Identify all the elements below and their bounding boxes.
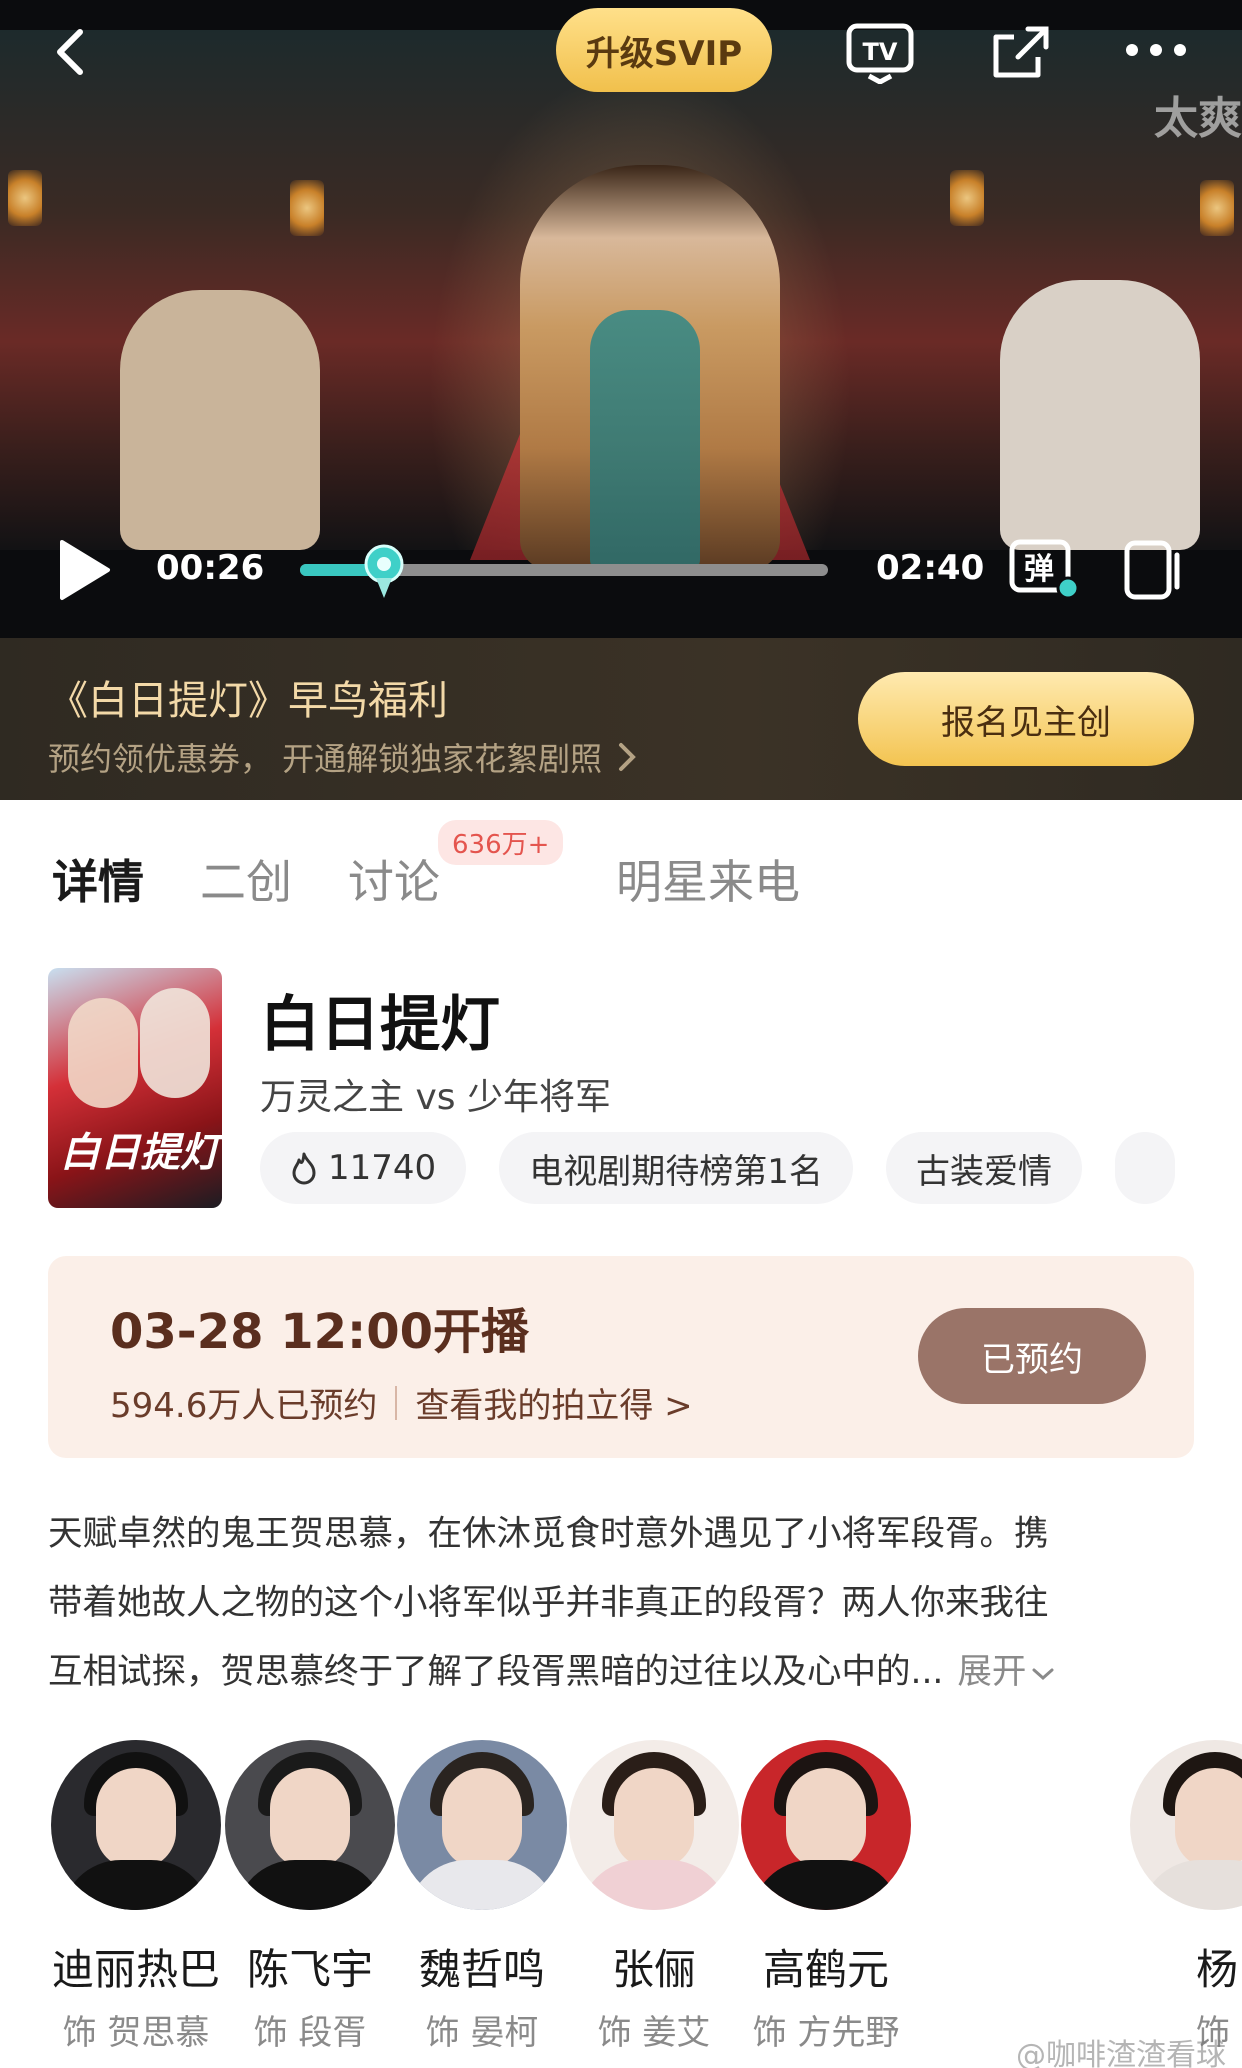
- player-top-bar: 升级SVIP TV 太爽: [0, 0, 1242, 144]
- show-header: 白日提灯 白日提灯 万灵之主 vs 少年将军 11740 电视剧期待榜第1名 古…: [48, 968, 1194, 1208]
- premiere-card: 03-28 12:00开播 594.6万人已预约 查看我的拍立得 > 已预约: [48, 1256, 1194, 1458]
- watermark: @咖啡渣渣看球: [1016, 2038, 1226, 2068]
- cast-role: 饰 方先野: [752, 2013, 900, 2053]
- player-controls: 00:26 02:40 弹: [0, 530, 1242, 610]
- cast-name: 陈飞宇: [246, 1945, 373, 1994]
- upgrade-svip-button[interactable]: 升级SVIP: [556, 8, 772, 92]
- back-icon[interactable]: [40, 22, 100, 82]
- reservation-count: 594.6万人已预约: [110, 1386, 378, 1426]
- promo-subtitle[interactable]: 预约领优惠券， 开通解锁独家花絮剧照: [48, 734, 638, 780]
- avatar: [225, 1740, 395, 1910]
- danmaku-toggle[interactable]: 弹: [1004, 534, 1088, 606]
- avatar: [51, 1740, 221, 1910]
- cast-member[interactable]: 张俪 饰 姜艾: [554, 1740, 754, 2054]
- more-icon[interactable]: [1116, 20, 1196, 80]
- register-meet-cast-button[interactable]: 报名见主创: [858, 672, 1194, 766]
- promo-banner[interactable]: 《白日提灯》早鸟福利 预约领优惠券， 开通解锁独家花絮剧照 报名见主创: [0, 638, 1242, 800]
- fullscreen-icon[interactable]: [1116, 534, 1196, 606]
- cast-name: 张俪: [611, 1945, 696, 1994]
- show-title: 白日提灯: [260, 990, 500, 1060]
- avatar: [1130, 1740, 1242, 1910]
- chevron-right-icon: [619, 743, 637, 771]
- cast-member[interactable]: 迪丽热巴 饰 贺思慕: [36, 1740, 236, 2054]
- progress-thumb[interactable]: [362, 542, 406, 602]
- poster-title-art: 白日提灯: [60, 1130, 220, 1176]
- corner-overlay-text: 太爽: [1154, 93, 1242, 144]
- cast-member[interactable]: 杨 饰: [1130, 1740, 1242, 2054]
- synopsis-line: 天赋卓然的鬼王贺思慕，在休沐觅食时意外遇见了小将军段胥。携: [48, 1514, 1049, 1554]
- avatar: [569, 1740, 739, 1910]
- heat-chip[interactable]: 11740: [260, 1132, 467, 1204]
- tv-cast-icon[interactable]: TV: [840, 18, 920, 88]
- cast-name: 高鹤元: [762, 1945, 889, 1994]
- cast-name: 魏哲鸣: [418, 1945, 545, 1994]
- chevron-down-icon: [1032, 1668, 1054, 1681]
- cast-member[interactable]: 陈飞宇 饰 段胥: [210, 1740, 410, 2054]
- reserved-button[interactable]: 已预约: [918, 1308, 1146, 1404]
- content-tabs: 详情 二创 讨论 636万+ 明星来电: [0, 800, 1242, 950]
- synopsis: 天赋卓然的鬼王贺思慕，在休沐觅食时意外遇见了小将军段胥。携 带着她故人之物的这个…: [48, 1500, 1198, 1707]
- cast-name: 迪丽热巴: [51, 1945, 220, 1994]
- genre-chip[interactable]: 古装爱情: [886, 1132, 1082, 1204]
- more-chip[interactable]: [1115, 1132, 1176, 1204]
- show-chips: 11740 电视剧期待榜第1名 古装爱情: [260, 1132, 1194, 1208]
- video-player[interactable]: 升级SVIP TV 太爽 00:26 02:40 弹: [0, 0, 1242, 638]
- view-polaroid-link[interactable]: 查看我的拍立得 >: [415, 1378, 692, 1427]
- show-tagline: 万灵之主 vs 少年将军: [260, 1077, 611, 1118]
- expand-button[interactable]: 展开: [957, 1652, 1056, 1692]
- divider: [395, 1385, 398, 1420]
- current-time: 00:26: [156, 548, 265, 588]
- flame-icon: [292, 1152, 316, 1185]
- heat-value: 11740: [328, 1148, 437, 1188]
- total-time: 02:40: [876, 548, 985, 588]
- cast-list: 迪丽热巴 饰 贺思慕 陈飞宇 饰 段胥 魏哲鸣 饰 晏柯 张俪 饰 姜艾 高鹤元…: [0, 1740, 1242, 2068]
- cast-member[interactable]: 高鹤元 饰 方先野: [726, 1740, 926, 2054]
- tab-derivative[interactable]: 二创: [200, 846, 292, 912]
- tab-star-calls[interactable]: 明星来电: [616, 846, 800, 912]
- discussion-count-badge: 636万+: [438, 820, 564, 865]
- synopsis-line-text: 互相试探，贺思慕终于了解了段胥黑暗的过往以及心中的...: [48, 1652, 944, 1692]
- cast-role: 饰 晏柯: [425, 2013, 539, 2053]
- cast-member[interactable]: 魏哲鸣 饰 晏柯: [382, 1740, 582, 2054]
- show-poster[interactable]: 白日提灯: [48, 968, 222, 1208]
- premiere-meta: 594.6万人已预约 查看我的拍立得 >: [110, 1378, 693, 1427]
- cast-role: 饰 贺思慕: [62, 2013, 210, 2053]
- play-icon[interactable]: [52, 534, 116, 606]
- avatar: [397, 1740, 567, 1910]
- svg-text:TV: TV: [863, 38, 898, 66]
- ranking-chip[interactable]: 电视剧期待榜第1名: [499, 1132, 853, 1204]
- synopsis-line: 带着她故人之物的这个小将军似乎并非真正的段胥？两人你来我往: [48, 1583, 1049, 1623]
- cast-role: 饰 姜艾: [597, 2013, 711, 2053]
- cast-role: 饰 段胥: [253, 2013, 367, 2053]
- expand-label: 展开: [957, 1652, 1027, 1692]
- tab-discussion[interactable]: 讨论: [348, 846, 440, 912]
- tab-details[interactable]: 详情: [52, 846, 144, 912]
- share-icon[interactable]: [980, 18, 1060, 88]
- cast-name: 杨: [1196, 1945, 1239, 1994]
- synopsis-line-last: 互相试探，贺思慕终于了解了段胥黑暗的过往以及心中的... 展开: [48, 1638, 1198, 1707]
- promo-subtitle-text: 预约领优惠券， 开通解锁独家花絮剧照: [48, 740, 603, 778]
- danmaku-label: 弹: [1024, 552, 1054, 587]
- promo-title: 《白日提灯》早鸟福利: [48, 678, 448, 724]
- premiere-time: 03-28 12:00开播: [110, 1304, 530, 1360]
- avatar: [741, 1740, 911, 1910]
